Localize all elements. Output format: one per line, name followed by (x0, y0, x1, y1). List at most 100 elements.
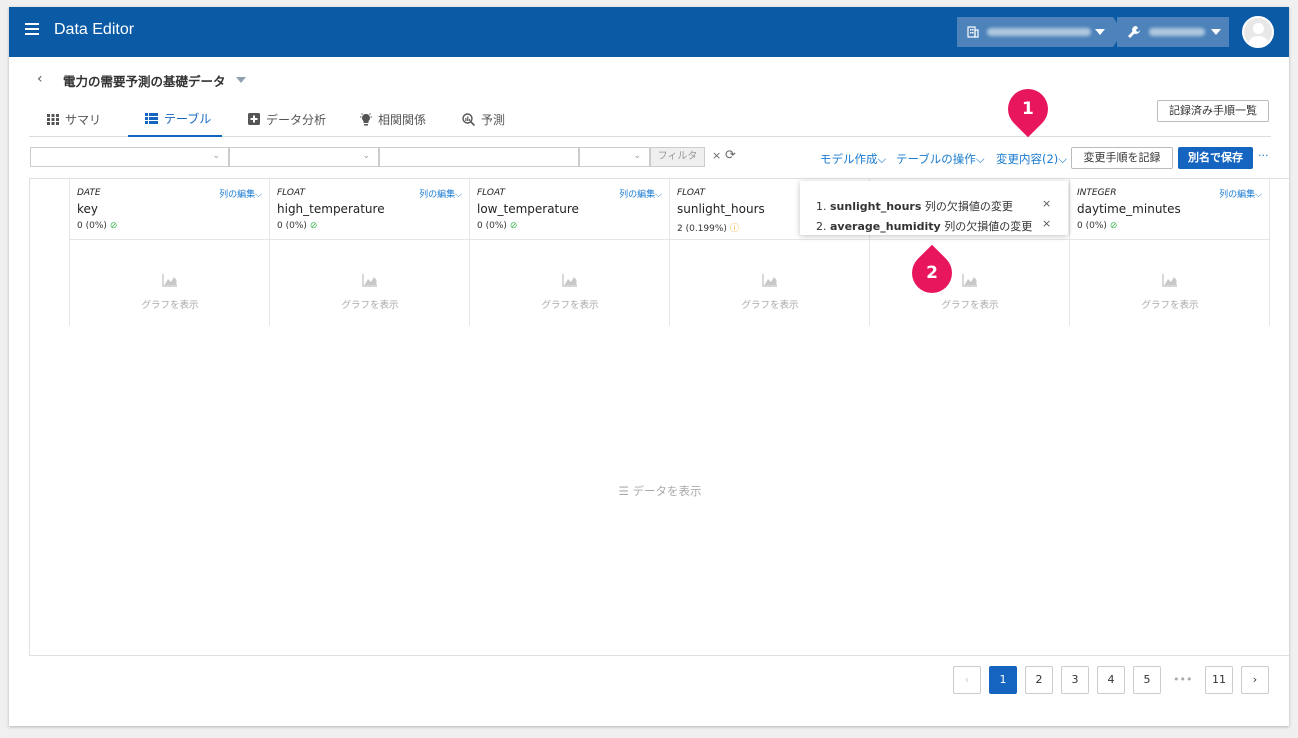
app-title: Data Editor (54, 21, 135, 38)
column-edit-menu[interactable]: 列の編集⌵ (1219, 187, 1262, 200)
page-button[interactable]: 11 (1205, 666, 1233, 694)
column-edit-menu[interactable]: 列の編集⌵ (419, 187, 462, 200)
clear-icon[interactable]: × (712, 149, 721, 162)
column-edit-menu[interactable]: 列の編集⌵ (619, 187, 662, 200)
column-type: INTEGER (1077, 188, 1117, 198)
changes-menu[interactable]: 変更内容(2)⌵ (996, 151, 1067, 167)
show-graph-label: グラフを表示 (741, 300, 799, 311)
table-operations-menu[interactable]: テーブルの操作⌵ (896, 151, 985, 167)
table-column: FLOAT 列の編集⌵ high_temperature 0 (0%) ⊘ グラフを表示 (270, 179, 470, 326)
list-icon (145, 112, 158, 124)
page-button[interactable]: 2 (1025, 666, 1053, 694)
page-button[interactable]: 1 (989, 666, 1017, 694)
change-item: 1. sunlight_hours 列の欠損値の変更 (816, 198, 1013, 214)
table-column: DATE 列の編集⌵ key 0 (0%) ⊘ グラフを表示 (70, 179, 270, 326)
show-graph-cell[interactable]: グラフを表示 (70, 240, 270, 326)
page-button[interactable]: 4 (1097, 666, 1125, 694)
warning-circle-icon: ⓘ (729, 224, 739, 234)
area-chart-icon (562, 274, 577, 287)
chevron-down-icon: ⌵ (1058, 152, 1068, 166)
change-item: 2. average_humidity 列の欠損値の変更 (816, 218, 1032, 234)
wrench-icon (1128, 26, 1140, 38)
column-edit-label: 列の編集 (419, 190, 456, 200)
change-number: 2. (816, 220, 827, 233)
change-column: average_humidity (830, 220, 941, 233)
dataset-title[interactable]: 電力の需要予測の基礎データ (63, 71, 226, 90)
tab-prediction[interactable]: 予測 (462, 101, 505, 137)
tab-label: データ分析 (266, 112, 327, 127)
show-data-link[interactable]: ☰ データを表示 (30, 483, 1289, 499)
column-edit-menu[interactable]: 列の編集⌵ (219, 187, 262, 200)
project-selector[interactable] (1117, 17, 1229, 47)
show-graph-cell[interactable]: グラフを表示 (870, 240, 1070, 326)
save-as-button[interactable]: 別名で保存 (1178, 147, 1253, 169)
show-graph-label: グラフを表示 (141, 300, 199, 311)
back-chevron-icon[interactable]: ‹ (37, 71, 43, 87)
tab-correlation[interactable]: 相関関係 (360, 101, 426, 137)
tab-label: サマリ (65, 112, 102, 127)
tab-summary[interactable]: サマリ (47, 101, 101, 137)
show-graph-cell[interactable]: グラフを表示 (470, 240, 670, 326)
marker-label: 2 (926, 263, 938, 283)
area-chart-icon (762, 274, 777, 287)
tab-data-analysis[interactable]: データ分析 (248, 101, 326, 137)
data-table: DATE 列の編集⌵ key 0 (0%) ⊘ グラフを表示 FLOAT 列の編集⌵ high_… (29, 178, 1289, 656)
page-button[interactable]: 5 (1133, 666, 1161, 694)
column-header: INTEGER 列の編集⌵ daytime_minutes 0 (0%) ⊘ (1070, 179, 1270, 240)
missing-value: 0 (0%) (1077, 221, 1107, 231)
refresh-icon[interactable]: ⟳ (725, 148, 736, 163)
menu-label: テーブルの操作 (896, 152, 976, 166)
chevron-down-icon: ⌄ (212, 151, 220, 161)
filter-value-input[interactable] (379, 147, 579, 167)
filter-column-select[interactable]: ⌄ (30, 147, 229, 167)
chevron-down-icon: ⌄ (362, 151, 370, 161)
column-type: FLOAT (277, 188, 305, 198)
caret-down-icon (1095, 29, 1105, 35)
organization-name-blurred (987, 28, 1091, 36)
show-graph-label: グラフを表示 (1141, 300, 1199, 311)
user-avatar-icon[interactable] (1242, 16, 1274, 48)
area-chart-icon (162, 274, 177, 287)
tab-bar: サマリ テーブル データ分析 相関関係 予測 (29, 101, 1271, 137)
column-missing-count: 0 (0%) ⊘ (277, 221, 317, 231)
column-missing-count: 0 (0%) ⊘ (1077, 221, 1117, 231)
record-steps-button[interactable]: 変更手順を記録 (1071, 147, 1173, 169)
hamburger-icon[interactable] (25, 23, 39, 37)
filter-operator-select[interactable]: ⌄ (229, 147, 379, 167)
area-chart-icon (962, 274, 977, 287)
page-button[interactable]: 3 (1061, 666, 1089, 694)
show-graph-cell[interactable]: グラフを表示 (670, 240, 870, 326)
show-graph-cell[interactable]: グラフを表示 (1070, 240, 1270, 326)
column-name: daytime_minutes (1077, 202, 1181, 216)
filter-extra-select[interactable]: ⌄ (579, 147, 650, 167)
remove-change-icon[interactable]: × (1042, 217, 1051, 230)
show-graph-cell[interactable]: グラフを表示 (270, 240, 470, 326)
dataset-menu-caret-icon[interactable] (236, 77, 246, 83)
prev-page-button[interactable]: ‹ (953, 666, 981, 694)
filter-button[interactable]: フィルタ (650, 147, 705, 167)
organization-selector[interactable] (957, 17, 1123, 47)
changes-popover: 1. sunlight_hours 列の欠損値の変更 × 2. average_… (800, 181, 1068, 235)
column-type: DATE (77, 188, 101, 198)
model-create-menu[interactable]: モデル作成⌵ (820, 151, 886, 167)
column-missing-count: 0 (0%) ⊘ (477, 221, 517, 231)
chevron-down-icon: ⌵ (655, 190, 662, 200)
chevron-down-icon: ⌵ (1255, 190, 1262, 200)
building-icon (967, 26, 979, 38)
recorded-steps-list-button[interactable]: 記録済み手順一覧 (1157, 100, 1269, 122)
column-name: low_temperature (477, 202, 579, 216)
more-options-icon[interactable]: ··· (1258, 149, 1269, 162)
check-circle-icon: ⊘ (309, 221, 318, 231)
next-page-button[interactable]: › (1241, 666, 1269, 694)
show-data-label: データを表示 (632, 484, 702, 498)
menu-label: モデル作成 (820, 152, 878, 166)
column-header: FLOAT 列の編集⌵ high_temperature 0 (0%) ⊘ (270, 179, 470, 240)
tab-table[interactable]: テーブル (128, 101, 223, 137)
table-column: INTEGER 列の編集⌵ daytime_minutes 0 (0%) ⊘ グラフを表示 (1070, 179, 1270, 326)
missing-value: 0 (0%) (277, 221, 307, 231)
chevron-down-icon: ⌄ (633, 151, 641, 161)
column-header: DATE 列の編集⌵ key 0 (0%) ⊘ (70, 179, 270, 240)
remove-change-icon[interactable]: × (1042, 197, 1051, 210)
table-column: FLOAT 列の編集⌵ low_temperature 0 (0%) ⊘ グラフを表示 (470, 179, 670, 326)
caret-down-icon (1211, 29, 1221, 35)
